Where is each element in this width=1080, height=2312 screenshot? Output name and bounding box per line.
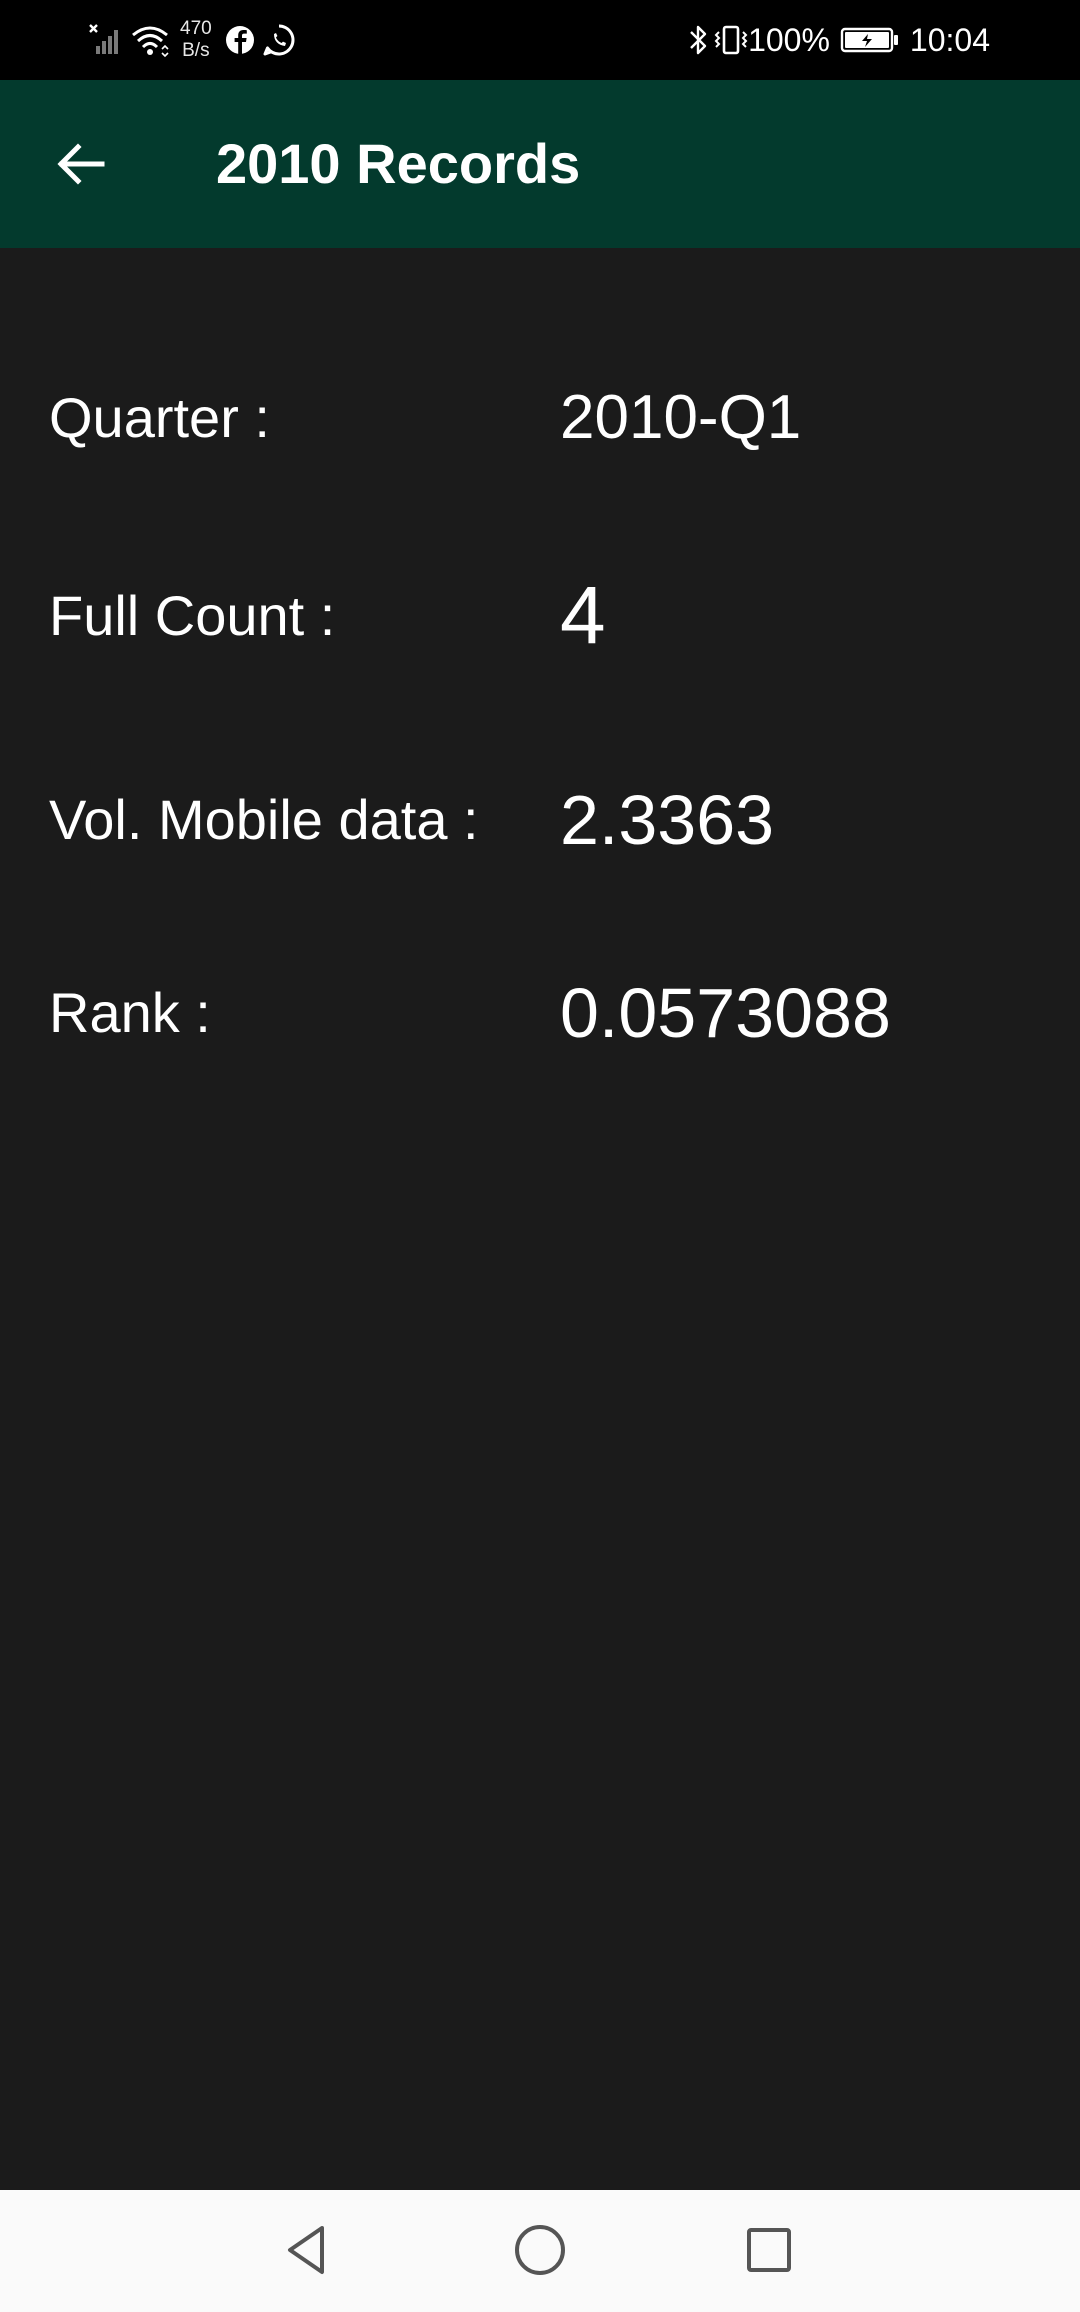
record-value: 2010-Q1 [560,383,802,452]
nav-back-button[interactable] [268,2210,348,2290]
record-value: 0.0573088 [560,974,891,1052]
battery-icon [840,24,900,56]
record-value: 4 [560,570,606,661]
record-row-full-count: Full Count : 4 [0,566,1080,666]
vibrate-icon [714,22,748,58]
record-row-quarter: Quarter : 2010-Q1 [0,368,1080,468]
network-speed-value: 470 [180,18,212,39]
recents-square-icon [747,2228,791,2272]
status-left-group: 470 B/s [88,0,296,80]
status-right-group: 100% 10:04 [686,0,990,80]
bluetooth-icon [686,22,710,58]
signal-off-icon [88,22,124,58]
nav-recents-button[interactable] [729,2210,809,2290]
record-label: Rank : [49,981,211,1044]
system-nav-bar [0,2190,1080,2312]
facebook-icon [224,24,256,56]
battery-percent: 100% [748,21,830,58]
nav-home-button[interactable] [500,2210,580,2290]
record-value: 2.3363 [560,781,775,859]
whatsapp-icon [262,23,296,57]
arrow-back-icon [57,143,105,185]
status-bar: 470 B/s 100% 10:04 [0,0,1080,80]
clock-time: 10:04 [909,21,990,58]
network-speed-unit: B/s [182,40,210,61]
network-speed: 470 B/s [180,18,212,62]
record-row-vol-mobile-data: Vol. Mobile data : 2.3363 [0,770,1080,870]
app-bar: 2010 Records [0,80,1080,248]
record-label: Vol. Mobile data : [49,788,479,851]
back-button[interactable] [40,124,120,204]
home-circle-icon [515,2225,565,2275]
record-label: Quarter : [49,386,270,449]
record-row-rank: Rank : 0.0573088 [0,963,1080,1063]
wifi-icon [130,22,170,58]
record-label: Full Count : [49,584,336,647]
page-title: 2010 Records [216,132,581,195]
back-triangle-icon [288,2226,324,2274]
